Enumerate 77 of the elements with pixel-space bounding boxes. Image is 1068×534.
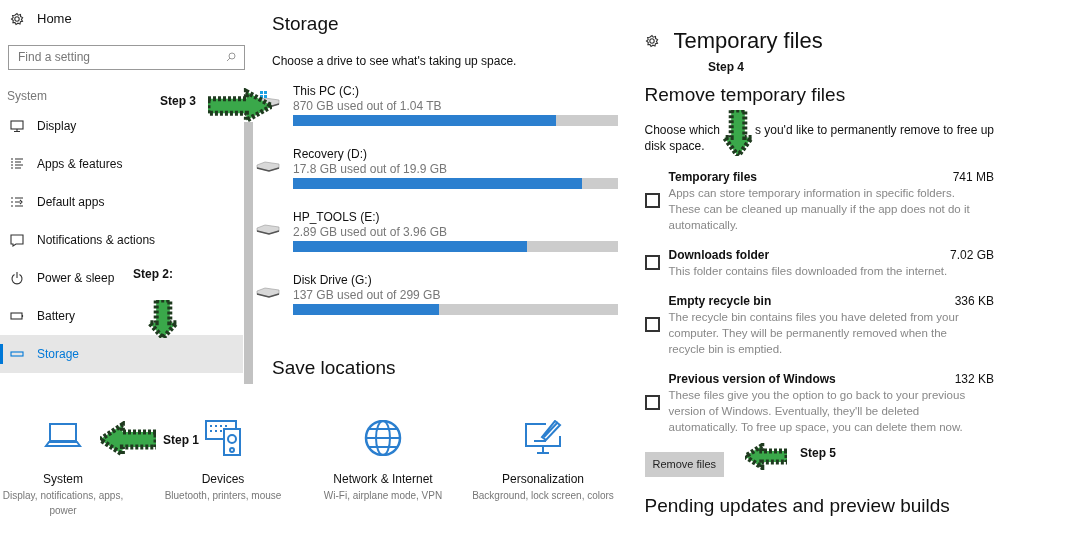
step-label: Step 4 <box>708 59 744 76</box>
item-name: Temporary files <box>668 168 757 185</box>
search-icon <box>226 52 236 62</box>
usage-text: 17.8 GB used out of 19.9 GB <box>293 161 448 177</box>
page-title: Temporary files <box>673 27 823 55</box>
section-heading: Pending updates and preview builds <box>644 493 951 518</box>
checkbox[interactable] <box>644 317 660 332</box>
arrow-icon <box>745 443 787 470</box>
checkbox[interactable] <box>644 193 660 208</box>
intro-text: disk space. <box>644 137 705 154</box>
category-title[interactable]: System <box>43 470 83 488</box>
category-subtitle: Background, lock screen, colors <box>472 489 614 503</box>
description-text: Choose a drive to see what's taking up space. <box>272 52 518 70</box>
arrow-icon <box>721 110 755 156</box>
item-description: This folder contains files downloaded from the internet. <box>668 263 949 279</box>
sidebar-item[interactable]: Default apps <box>0 182 109 221</box>
power-icon <box>10 270 24 285</box>
page-title: Storage <box>272 12 340 36</box>
search-field[interactable]: Find a setting <box>8 44 245 70</box>
item-size: 132 KB <box>954 370 994 387</box>
section-heading: Remove temporary files <box>644 83 847 107</box>
drive-icon <box>255 223 281 235</box>
step-label: Step 5 <box>800 445 836 462</box>
section-label: System <box>6 87 47 105</box>
section-heading: Save locations <box>272 355 397 380</box>
usage-text: 2.89 GB used out of 3.96 GB <box>293 224 448 240</box>
drive-name[interactable]: Recovery (D:) <box>293 146 367 162</box>
step-label: Step 2: <box>133 266 173 283</box>
speech-bubble-icon <box>10 232 24 247</box>
drive-name[interactable]: This PC (C:) <box>293 83 359 99</box>
checkbox[interactable] <box>644 395 660 410</box>
monitor-brush-icon <box>524 420 562 456</box>
step-label: Step 1 <box>163 432 199 449</box>
category-subtitle: Bluetooth, printers, mouse <box>164 489 282 503</box>
category-subtitle: Wi-Fi, airplane mode, VPN <box>323 489 443 503</box>
settings-icon <box>644 33 659 48</box>
sidebar-item[interactable]: Apps & features <box>0 144 127 183</box>
usage-text: 137 GB used out of 299 GB <box>293 287 441 303</box>
monitor-icon <box>10 118 24 133</box>
category-subtitle: Display, notifications, apps, power <box>1 489 125 518</box>
category-title[interactable]: Personalization <box>501 470 585 488</box>
drive-name[interactable]: Disk Drive (G:) <box>293 272 372 288</box>
sidebar-item[interactable]: Battery <box>0 296 79 335</box>
list-icon <box>10 156 24 171</box>
category-title[interactable]: Network & Internet <box>333 470 433 488</box>
item-name: Previous version of Windows <box>668 370 836 387</box>
item-size: 7.02 GB <box>949 246 994 263</box>
intro-text: s you'd like to permanently remove to free up <box>754 121 994 138</box>
item-name: Downloads folder <box>668 246 770 263</box>
drive-icon <box>255 160 281 172</box>
globe-icon <box>364 420 402 456</box>
sidebar-item[interactable]: Display <box>0 106 81 145</box>
arrow-icon <box>146 300 180 338</box>
sidebar-item[interactable]: Storage <box>0 334 243 373</box>
intro-text: Choose which <box>644 121 720 138</box>
home-link[interactable]: Home <box>37 9 72 29</box>
sidebar-item[interactable]: Notifications & actions <box>0 220 160 259</box>
arrow-icon <box>208 88 272 124</box>
drive-name[interactable]: HP_TOOLS (E:) <box>293 209 380 225</box>
item-size: 336 KB <box>954 292 994 309</box>
item-description: Apps can store temporary information in specific folders. These can be cleaned up manually if the app does not do it automatically. <box>668 185 971 233</box>
drive-icon <box>255 286 281 298</box>
item-description: These files give you the option to go back to your previous version of Windows. Eventually, they'll be deleted automatically. To free up space, you can delete them now. <box>668 387 967 435</box>
item-name: Empty recycle bin <box>668 292 772 309</box>
step-label: Step 3 <box>160 93 196 110</box>
sidebar-item[interactable]: Power & sleep <box>0 258 119 297</box>
remove-files-button[interactable]: Remove files <box>644 451 725 477</box>
settings-icon <box>10 12 24 26</box>
list-icon <box>10 194 24 209</box>
item-size: 741 MB <box>952 168 994 185</box>
item-description: The recycle bin contains files you have deleted from your computer. They will be permanently removed when the recycle bin is emptied. <box>668 309 960 357</box>
scrollbar[interactable] <box>244 122 253 384</box>
category-title[interactable]: Devices <box>201 470 245 488</box>
checkbox[interactable] <box>644 255 660 270</box>
usage-text: 870 GB used out of 1.04 TB <box>293 98 442 114</box>
arrow-icon <box>100 421 156 458</box>
keyboard-speaker-icon <box>204 420 242 456</box>
